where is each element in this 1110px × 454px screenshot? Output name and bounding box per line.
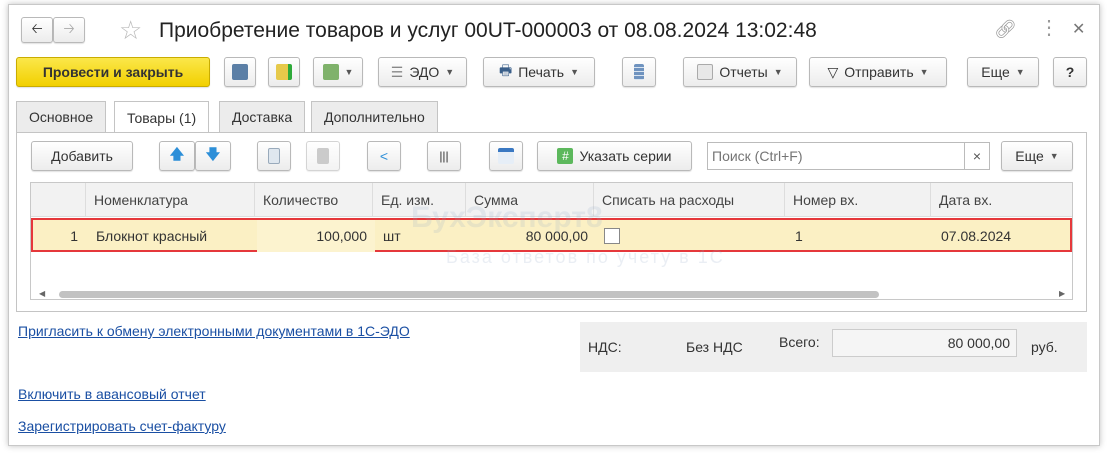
table-more-label: Еще (1015, 148, 1044, 164)
fill-button[interactable] (489, 141, 523, 171)
col-writeoff[interactable]: Списать на расходы (594, 183, 785, 217)
document-window: 🡠 🡢 ☆ Приобретение товаров и услуг 00UT-… (8, 4, 1100, 446)
goods-table: Номенклатура Количество Ед. изм. Сумма С… (30, 182, 1073, 300)
cell-in-date[interactable]: 07.08.2024 (933, 220, 1074, 252)
col-quantity[interactable]: Количество (255, 183, 373, 217)
split-icon: < (379, 148, 389, 164)
edo-icon: ☰ (390, 63, 404, 80)
clear-search-button[interactable]: × (964, 142, 990, 170)
col-in-number[interactable]: Номер вх. (785, 183, 931, 217)
writeoff-checkbox[interactable] (604, 228, 620, 244)
journal-button[interactable] (622, 57, 656, 87)
create-based-on-button[interactable]: ▼ (313, 57, 363, 87)
vat-label: НДС: (588, 339, 622, 355)
arrow-left-icon: 🡠 (31, 20, 43, 36)
cell-in-number[interactable]: 1 (787, 220, 933, 252)
scroll-left-icon[interactable]: ◀ (39, 289, 45, 298)
tab-main[interactable]: Основное (16, 101, 107, 132)
totals-panel: НДС: Без НДС Всего: 80 000,00 руб. (580, 322, 1087, 372)
post-and-close-button[interactable]: Провести и закрыть (16, 57, 210, 87)
cell-sum[interactable]: 80 000,00 (468, 220, 596, 252)
register-invoice-link[interactable]: Зарегистрировать счет-фактуру (18, 418, 226, 434)
specify-series-label: Указать серии (579, 148, 672, 164)
table-more-button[interactable]: Еще ▼ (1001, 141, 1073, 171)
currency-label: руб. (1031, 339, 1058, 355)
total-field: 80 000,00 (832, 329, 1017, 357)
copy-icon (268, 148, 280, 164)
more-icon[interactable]: ⋮ (1039, 15, 1059, 40)
col-number (31, 183, 86, 217)
close-icon[interactable]: ✕ (1072, 19, 1085, 39)
row-number: 1 (70, 228, 78, 244)
col-sum[interactable]: Сумма (466, 183, 594, 217)
forward-button[interactable]: 🡢 (53, 17, 85, 43)
fill-icon (498, 148, 514, 164)
search-input[interactable] (707, 142, 965, 170)
arrow-down-icon: 🡇 (205, 146, 221, 162)
edo-label: ЭДО (409, 64, 440, 80)
col-in-date[interactable]: Дата вх. (931, 183, 1072, 217)
reports-label: Отчеты (719, 64, 768, 80)
tab-delivery[interactable]: Доставка (219, 101, 306, 132)
chevron-down-icon: ▼ (570, 67, 579, 77)
cell-item[interactable]: Блокнот красный (88, 220, 257, 252)
chevron-down-icon: ▼ (773, 67, 783, 77)
horizontal-scrollbar[interactable] (59, 291, 879, 298)
print-label: Печать (518, 64, 565, 80)
print-button[interactable]: 🖶 Печать ▼ (483, 57, 595, 87)
floppy-icon (232, 64, 248, 80)
list-icon (634, 64, 644, 80)
total-label: Всего: (779, 334, 820, 350)
table-header: Номенклатура Количество Ед. изм. Сумма С… (31, 183, 1072, 217)
tab-additional[interactable]: Дополнительно (311, 101, 438, 132)
reports-button[interactable]: Отчеты ▼ (683, 57, 797, 87)
post-icon (276, 64, 292, 80)
copy-button[interactable] (257, 141, 291, 171)
chevron-down-icon: ▼ (445, 67, 455, 77)
send-label: Отправить (844, 64, 914, 80)
more-button[interactable]: Еще ▼ (967, 57, 1039, 87)
more-label: Еще (981, 64, 1010, 80)
back-button[interactable]: 🡠 (21, 17, 53, 43)
arrow-up-icon: 🡅 (169, 146, 185, 162)
col-item[interactable]: Номенклатура (86, 183, 255, 217)
scroll-right-icon[interactable]: ▶ (1059, 289, 1065, 298)
split-button[interactable]: < (367, 141, 401, 171)
send-icon: ▽ (827, 63, 839, 80)
barcode-search-button[interactable]: ||| (427, 141, 461, 171)
link-icon[interactable]: 🔗︎ (994, 19, 1017, 40)
chevron-down-icon: ▼ (919, 67, 929, 77)
tab-goods[interactable]: Товары (1) (114, 101, 210, 133)
cell-unit[interactable]: шт (375, 220, 468, 252)
cell-writeoff[interactable] (596, 220, 787, 252)
advance-report-link[interactable]: Включить в авансовый отчет (18, 386, 206, 402)
edo-button[interactable]: ☰ ЭДО ▼ (378, 57, 467, 87)
col-unit[interactable]: Ед. изм. (373, 183, 466, 217)
chevron-down-icon: ▼ (1015, 67, 1025, 77)
arrow-right-icon: 🡢 (63, 20, 75, 36)
hash-icon: # (557, 148, 574, 164)
specify-series-button[interactable]: # Указать серии (537, 141, 692, 171)
paste-icon (317, 148, 329, 164)
chevron-down-icon: ▼ (344, 67, 354, 77)
send-button[interactable]: ▽ Отправить ▼ (809, 57, 947, 87)
printer-icon: 🖶 (498, 62, 513, 78)
post-button[interactable] (268, 57, 300, 87)
vat-value: Без НДС (686, 339, 743, 355)
create-based-icon (322, 64, 339, 80)
move-down-button[interactable]: 🡇 (195, 141, 231, 171)
move-up-button[interactable]: 🡅 (159, 141, 195, 171)
add-button[interactable]: Добавить (31, 141, 133, 171)
paste-button[interactable] (306, 141, 340, 171)
chevron-down-icon: ▼ (1049, 151, 1059, 161)
invite-edo-link[interactable]: Пригласить к обмену электронными докумен… (18, 323, 410, 339)
save-button[interactable] (224, 57, 256, 87)
help-button[interactable]: ? (1053, 57, 1087, 87)
window-title: Приобретение товаров и услуг 00UT-000003… (159, 19, 817, 42)
favorite-star-icon[interactable]: ☆ (119, 15, 142, 46)
table-row[interactable]: 1 Блокнот красный 100,000 шт 80 000,00 1… (31, 218, 1072, 252)
barcode-icon: ||| (439, 149, 449, 163)
report-icon (697, 64, 714, 80)
cell-quantity[interactable]: 100,000 (257, 220, 375, 252)
